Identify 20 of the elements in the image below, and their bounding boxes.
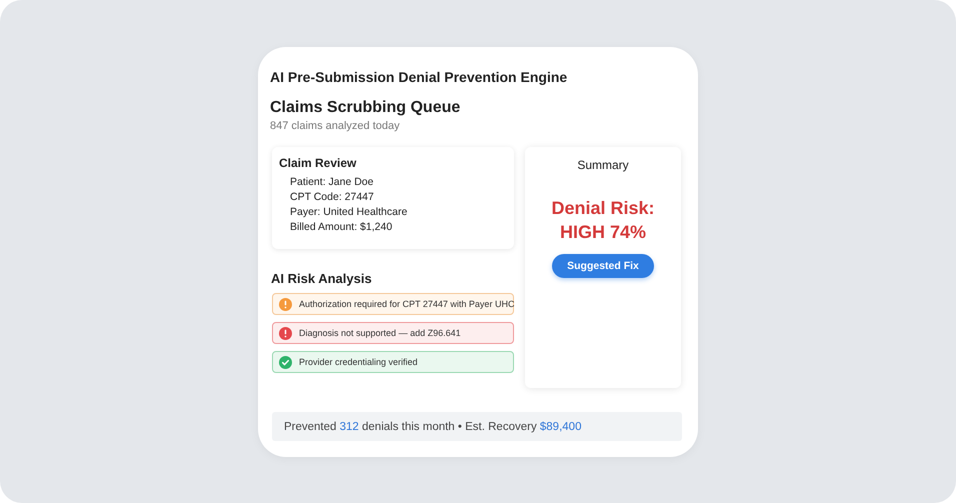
footer-stats: Prevented 312 denials this month • Est. Recovery $89,400 [284,420,582,432]
card-title: Claim Review [279,156,358,170]
claim-field: Payer: United Healthcare [290,206,507,218]
claim-field: Patient: Jane Doe [290,176,507,188]
risk-value: HIGH 74% [560,221,646,244]
claims-count: 847 claims analyzed today [270,120,401,132]
claim-field: CPT Code: 27447 [290,191,507,203]
alert-text: Diagnosis not supported — add Z96.641 [299,328,461,338]
exclamation-icon [279,298,292,310]
risk-label: Denial Risk: [551,197,655,220]
claim-field: Billed Amount: $1,240 [290,221,507,233]
section-heading: AI Risk Analysis [271,271,373,286]
app-title: AI Pre-Submission Denial Prevention Engine [270,69,568,85]
alert-text: Provider credentialing verified [299,357,418,367]
exclamation-icon [279,326,292,340]
section-title: Claims Scrubbing Queue [270,99,462,117]
suggested-fix-button[interactable]: Suggested Fix [552,254,654,278]
alert-text: Authorization required for CPT 27447 with Payer UHC [299,299,514,309]
checkmark-icon [279,356,292,368]
card-title: Summary [577,158,629,172]
